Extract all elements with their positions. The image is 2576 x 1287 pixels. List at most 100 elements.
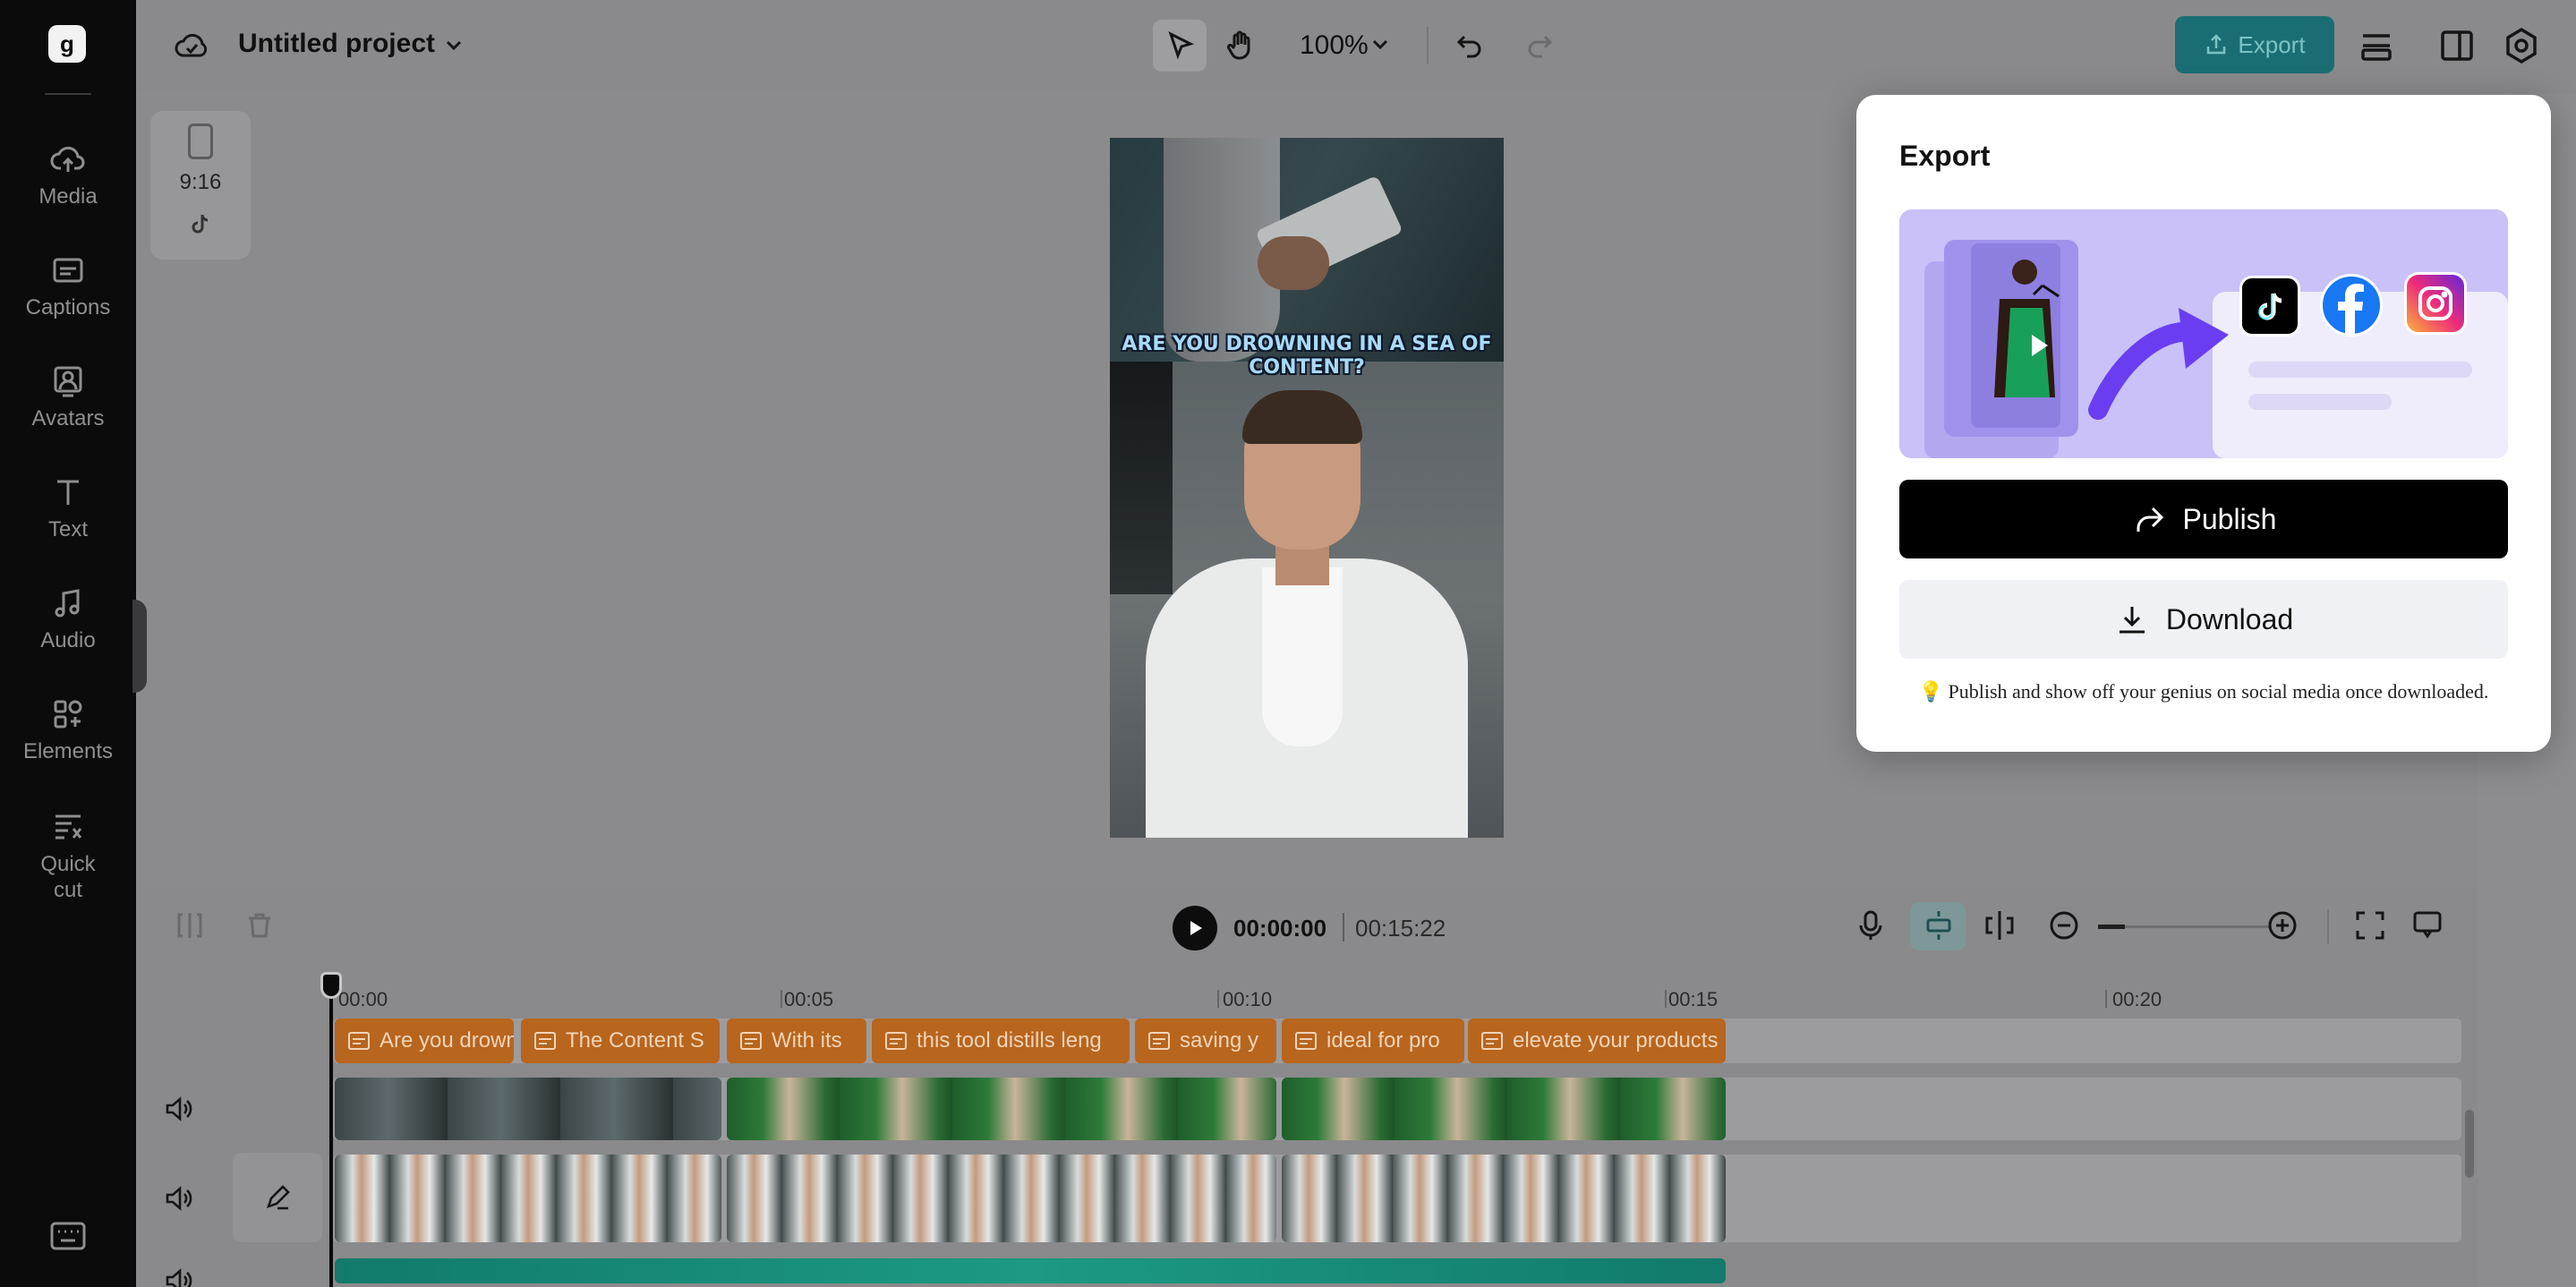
undo-button[interactable] xyxy=(1443,20,1497,72)
toolbar-divider xyxy=(1427,27,1429,64)
video-person-shirt xyxy=(1262,567,1343,746)
video-clip[interactable] xyxy=(727,1078,1276,1140)
project-title[interactable]: Untitled project xyxy=(238,29,435,59)
cloud-upload-icon xyxy=(50,146,85,172)
ruler-label: 00:10 xyxy=(1223,988,1273,1010)
sidebar-item-text[interactable]: Text xyxy=(0,474,136,543)
sidebar-item-elements[interactable]: Elements xyxy=(0,696,136,765)
video-preview[interactable]: ARE YOU DROWNING IN A SEA OF CONTENT? xyxy=(1110,138,1504,838)
microphone-icon[interactable] xyxy=(1853,908,1889,943)
aspect-ratio-panel[interactable]: 9:16 xyxy=(150,111,251,260)
hand-tool-button[interactable] xyxy=(1214,20,1267,72)
download-button-label: Download xyxy=(2165,602,2294,635)
ruler-label: 00:15 xyxy=(1668,988,1719,1010)
select-tool-button[interactable] xyxy=(1153,20,1207,72)
timeline-scrollbar[interactable] xyxy=(2465,1110,2474,1178)
sidebar-item-audio[interactable]: Audio xyxy=(0,585,136,654)
elements-icon xyxy=(54,700,82,729)
sidebar-item-label: Elements xyxy=(22,739,114,763)
comment-icon[interactable] xyxy=(2410,908,2445,943)
sidebar-item-quick-cut[interactable]: Quick cut xyxy=(0,809,136,904)
sidebar-item-label: Audio xyxy=(40,628,96,652)
split-clip-icon[interactable] xyxy=(1982,908,2017,943)
chevron-down-icon[interactable] xyxy=(1369,34,1391,55)
play-button[interactable] xyxy=(1173,906,1217,950)
caption-clip-icon xyxy=(534,1032,556,1050)
caption-clip[interactable]: The Content S xyxy=(521,1019,720,1063)
caption-clip-icon xyxy=(1148,1032,1170,1050)
sidebar-item-label: Avatars xyxy=(31,406,105,430)
caption-clip[interactable]: elevate your products xyxy=(1468,1019,1726,1063)
facebook-icon xyxy=(2320,274,2383,337)
sidebar-item-label: Captions xyxy=(25,295,111,320)
caption-clip-icon xyxy=(348,1032,370,1050)
app-logo[interactable]: g xyxy=(48,25,86,63)
video-clip[interactable] xyxy=(335,1078,721,1140)
settings-gear-icon[interactable] xyxy=(2501,25,2542,66)
panel-collapse-handle[interactable] xyxy=(132,600,147,693)
sidebar-divider xyxy=(45,93,91,95)
sidebar-item-label: Quick cut xyxy=(40,852,96,902)
time-divider xyxy=(1343,913,1344,942)
avatar-clip[interactable] xyxy=(335,1155,721,1242)
sidebar-item-label: Text xyxy=(47,517,88,541)
export-hint: 💡 Publish and show off your genius on so… xyxy=(1918,680,2489,703)
snap-icon xyxy=(1926,911,1951,940)
caption-clip-icon xyxy=(1295,1032,1317,1050)
caption-clip-icon xyxy=(885,1032,907,1050)
zoom-level[interactable]: 100% xyxy=(1300,30,1369,61)
left-sidebar: g Media Captions Avatars Text Audio Elem… xyxy=(0,0,136,1287)
fullscreen-icon[interactable] xyxy=(2352,908,2388,943)
export-title: Export xyxy=(1899,140,1991,172)
edit-track-button[interactable] xyxy=(233,1153,322,1242)
chevron-down-icon[interactable] xyxy=(442,34,465,57)
playhead[interactable] xyxy=(329,977,333,1287)
download-button[interactable]: Download xyxy=(1899,580,2508,659)
sidebar-item-avatars[interactable]: Avatars xyxy=(0,363,136,432)
split-icon[interactable] xyxy=(174,909,206,942)
timeline-zoom-fill xyxy=(2098,925,2125,929)
redo-button[interactable] xyxy=(1513,20,1566,72)
trash-icon[interactable] xyxy=(243,909,276,942)
audio-clip[interactable] xyxy=(335,1258,1726,1283)
panel-toggle-icon[interactable] xyxy=(2436,25,2478,66)
total-duration: 00:15:22 xyxy=(1355,915,1446,942)
avatar-clip[interactable] xyxy=(1282,1155,1726,1242)
tiktok-icon xyxy=(2239,276,2300,337)
export-button[interactable]: Export xyxy=(2175,16,2334,73)
ruler-label: 00:20 xyxy=(2112,988,2162,1010)
playhead-handle[interactable] xyxy=(320,972,342,999)
caption-clip-icon xyxy=(740,1032,762,1050)
video-clip[interactable] xyxy=(1282,1078,1726,1140)
zoom-out-icon[interactable] xyxy=(2046,908,2082,943)
aspect-ratio-label: 9:16 xyxy=(179,170,222,194)
layers-icon[interactable] xyxy=(2356,25,2397,66)
sidebar-item-media[interactable]: Media xyxy=(0,141,136,210)
publish-button[interactable]: Publish xyxy=(1899,480,2508,558)
video-lamp xyxy=(1110,362,1173,594)
timeline-divider xyxy=(2327,909,2329,943)
zoom-in-icon[interactable] xyxy=(2265,908,2300,943)
text-icon xyxy=(57,480,79,505)
caption-clip[interactable]: this tool distills leng xyxy=(872,1019,1130,1063)
avatar-clip[interactable] xyxy=(727,1155,1276,1242)
pencil-icon xyxy=(266,1185,290,1210)
volume-icon[interactable] xyxy=(163,1094,193,1124)
caption-clip[interactable]: Are you drowning in a sea xyxy=(335,1019,514,1063)
caption-clip[interactable]: saving y xyxy=(1135,1019,1276,1063)
ruler-tick xyxy=(2105,990,2107,1008)
sidebar-item-label: Media xyxy=(38,184,98,209)
sidebar-item-captions[interactable]: Captions xyxy=(0,252,136,321)
caption-clip-icon xyxy=(1481,1032,1503,1050)
keyboard-icon[interactable] xyxy=(50,1221,86,1251)
ruler-label: 00:00 xyxy=(338,988,388,1010)
publish-button-label: Publish xyxy=(2182,502,2277,535)
ruler-tick xyxy=(1217,990,1219,1008)
current-time: 00:00:00 xyxy=(1233,915,1327,942)
download-icon xyxy=(2119,607,2145,634)
volume-icon[interactable] xyxy=(163,1183,193,1214)
cloud-save-icon[interactable] xyxy=(174,27,209,63)
caption-clip[interactable]: With its xyxy=(727,1019,866,1063)
caption-clip[interactable]: ideal for pro xyxy=(1282,1019,1464,1063)
volume-icon[interactable] xyxy=(163,1266,193,1287)
